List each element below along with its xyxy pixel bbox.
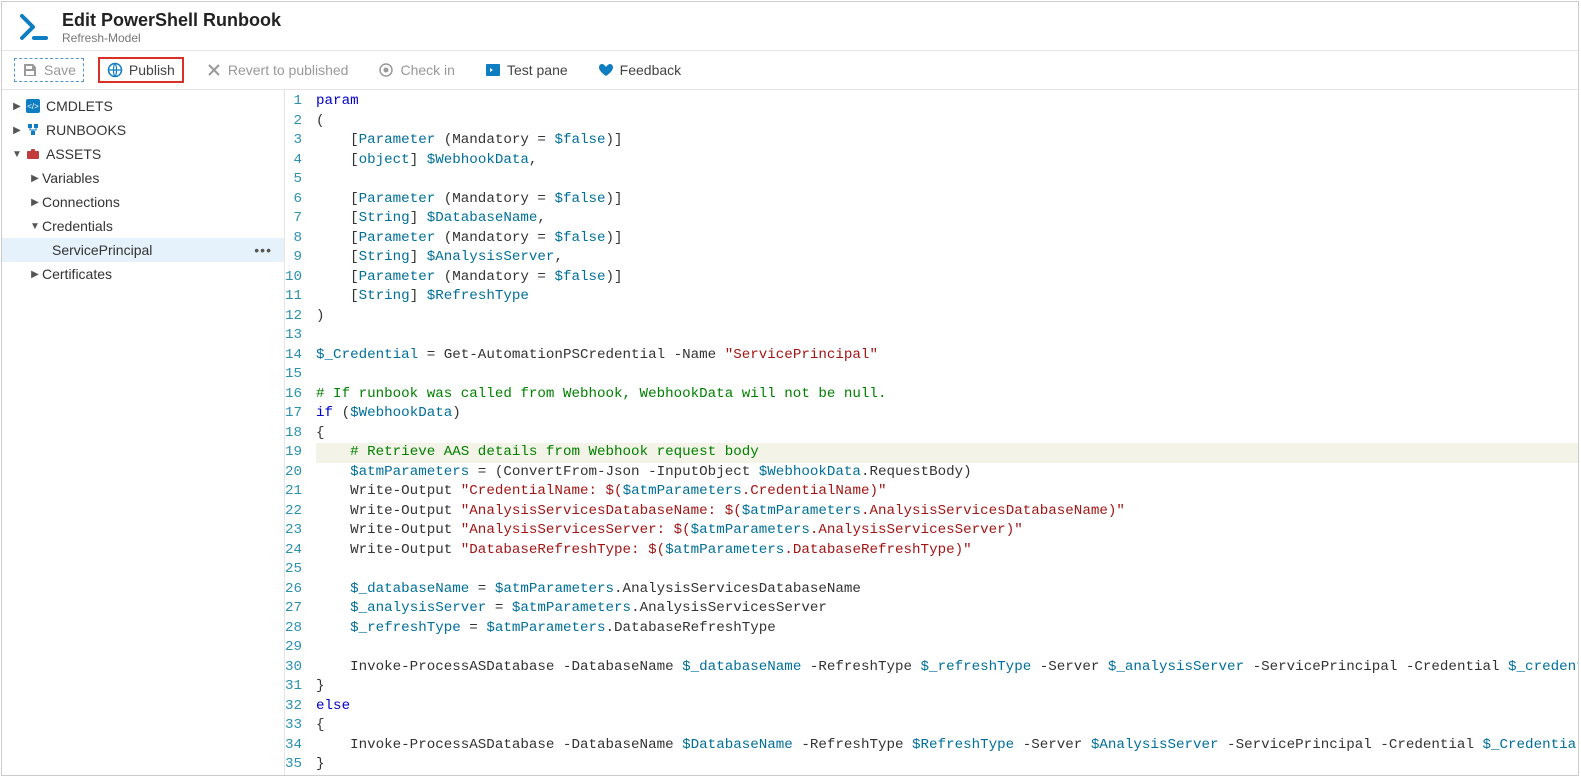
powershell-icon bbox=[14, 8, 52, 46]
caret-right-icon: ▶ bbox=[28, 173, 42, 184]
revert-button[interactable]: Revert to published bbox=[198, 58, 357, 82]
revert-icon bbox=[206, 62, 222, 78]
page-title: Edit PowerShell Runbook bbox=[62, 10, 281, 31]
tree-cmdlets[interactable]: ▶ </> CMDLETS bbox=[2, 94, 284, 118]
assets-icon bbox=[24, 147, 42, 161]
tree-variables[interactable]: ▶ Variables bbox=[2, 166, 284, 190]
app-frame: Edit PowerShell Runbook Refresh-Model Sa… bbox=[1, 1, 1579, 776]
caret-right-icon: ▶ bbox=[10, 101, 24, 112]
body: ▶ </> CMDLETS ▶ RUNBOOKS ▼ ASSETS ▶ Vari… bbox=[2, 90, 1578, 775]
tree-certificates[interactable]: ▶ Certificates bbox=[2, 262, 284, 286]
page-subtitle: Refresh-Model bbox=[62, 31, 281, 45]
line-gutter: 1234567891011121314151617181920212223242… bbox=[285, 90, 310, 775]
more-icon[interactable]: ••• bbox=[254, 242, 278, 258]
cmdlets-icon: </> bbox=[24, 99, 42, 113]
globe-icon bbox=[107, 62, 123, 78]
caret-right-icon: ▶ bbox=[28, 197, 42, 208]
caret-down-icon: ▼ bbox=[10, 149, 24, 160]
header: Edit PowerShell Runbook Refresh-Model bbox=[2, 2, 1578, 51]
svg-text:</>: </> bbox=[27, 102, 39, 111]
checkin-icon bbox=[378, 62, 394, 78]
tree-connections[interactable]: ▶ Connections bbox=[2, 190, 284, 214]
tree-assets[interactable]: ▼ ASSETS bbox=[2, 142, 284, 166]
code-area[interactable]: param( [Parameter (Mandatory = $false)] … bbox=[310, 90, 1578, 775]
testpane-icon bbox=[485, 62, 501, 78]
caret-down-icon: ▼ bbox=[28, 221, 42, 232]
tree-serviceprincipal[interactable]: ServicePrincipal ••• bbox=[2, 238, 284, 262]
testpane-button[interactable]: Test pane bbox=[477, 58, 576, 82]
toolbar: Save Publish Revert to published Check i… bbox=[2, 51, 1578, 90]
caret-right-icon: ▶ bbox=[28, 269, 42, 280]
heart-icon bbox=[598, 62, 614, 78]
tree-runbooks[interactable]: ▶ RUNBOOKS bbox=[2, 118, 284, 142]
code-editor[interactable]: 1234567891011121314151617181920212223242… bbox=[285, 90, 1578, 775]
sidebar: ▶ </> CMDLETS ▶ RUNBOOKS ▼ ASSETS ▶ Vari… bbox=[2, 90, 285, 775]
tree-credentials[interactable]: ▼ Credentials bbox=[2, 214, 284, 238]
runbooks-icon bbox=[24, 123, 42, 137]
save-icon bbox=[22, 62, 38, 78]
feedback-button[interactable]: Feedback bbox=[590, 58, 689, 82]
save-button[interactable]: Save bbox=[14, 58, 84, 82]
publish-button[interactable]: Publish bbox=[98, 57, 184, 83]
checkin-button[interactable]: Check in bbox=[370, 58, 462, 82]
caret-right-icon: ▶ bbox=[10, 125, 24, 136]
